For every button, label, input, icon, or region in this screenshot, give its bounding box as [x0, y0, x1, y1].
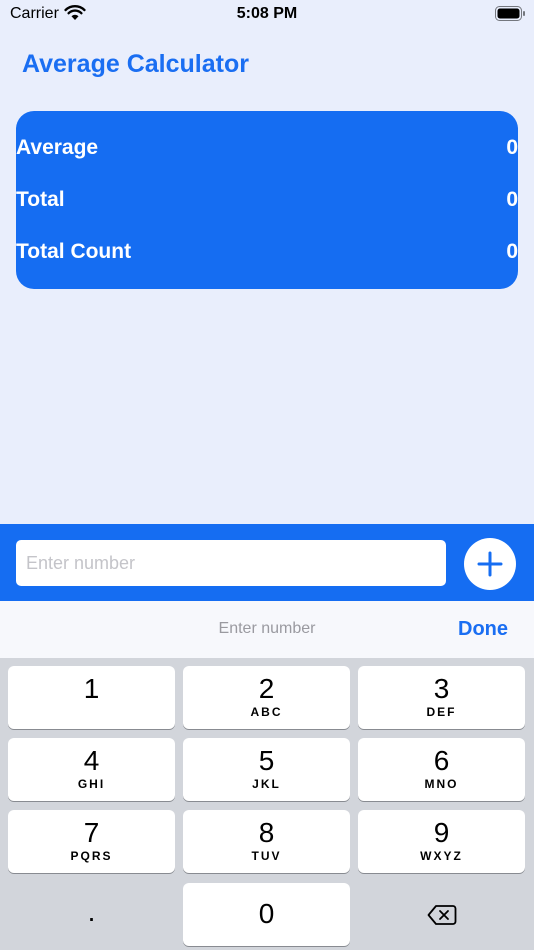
key-digit: 2 — [258, 673, 275, 704]
key-digit: 8 — [258, 817, 275, 848]
key-digit: 6 — [433, 745, 450, 776]
key-digit: 3 — [433, 673, 450, 704]
key-letters: GHI — [77, 777, 106, 791]
key-digit: 7 — [83, 817, 100, 848]
key-0[interactable]: 0 — [183, 883, 350, 946]
stat-label-total-count: Total Count — [16, 240, 132, 263]
delete-backspace-icon — [427, 904, 456, 925]
key-6[interactable]: 6 MNO — [358, 738, 525, 801]
done-button[interactable]: Done — [458, 618, 508, 641]
key-4[interactable]: 4 GHI — [8, 738, 175, 801]
stat-label-total: Total — [16, 188, 65, 211]
key-9[interactable]: 9 WXYZ — [358, 810, 525, 873]
input-bar — [0, 524, 534, 601]
key-8[interactable]: 8 TUV — [183, 810, 350, 873]
number-input[interactable] — [16, 540, 446, 586]
status-bar: Carrier 5:08 PM — [0, 0, 534, 28]
key-7[interactable]: 7 PQRS — [8, 810, 175, 873]
key-decimal-point[interactable]: . — [8, 883, 175, 946]
key-3[interactable]: 3 DEF — [358, 666, 525, 729]
key-digit: 5 — [258, 745, 275, 776]
stat-value-average: 0 — [506, 136, 518, 159]
delete-key[interactable] — [358, 883, 525, 946]
add-button[interactable] — [464, 538, 516, 590]
key-5[interactable]: 5 JKL — [183, 738, 350, 801]
key-letters: MNO — [424, 777, 459, 791]
key-letters: PQRS — [70, 849, 113, 863]
battery-icon — [495, 6, 525, 21]
key-letters: DEF — [426, 705, 457, 719]
stat-row-average: Average 0 — [16, 133, 518, 163]
key-2[interactable]: 2 ABC — [183, 666, 350, 729]
key-letters: JKL — [252, 777, 281, 791]
numeric-keypad: 1 2 ABC 3 DEF 4 GHI 5 JKL 6 MNO 7 PQRS 8… — [0, 658, 534, 950]
key-letters: WXYZ — [420, 849, 463, 863]
stat-label-average: Average — [16, 136, 99, 159]
keyboard-accessory-bar: Enter number Done — [0, 601, 534, 658]
stat-row-total-count: Total Count 0 — [16, 237, 518, 267]
status-time: 5:08 PM — [236, 5, 298, 22]
key-digit: 4 — [83, 745, 100, 776]
plus-icon — [477, 551, 503, 577]
stat-value-total-count: 0 — [506, 240, 518, 263]
key-letters: TUV — [251, 849, 282, 863]
key-digit: 1 — [83, 673, 100, 704]
page-title: Average Calculator — [22, 50, 249, 78]
key-letters: ABC — [250, 705, 283, 719]
stat-value-total: 0 — [506, 188, 518, 211]
key-1[interactable]: 1 — [8, 666, 175, 729]
key-digit: 0 — [258, 898, 275, 929]
accessory-placeholder: Enter number — [218, 620, 316, 637]
stat-row-total: Total 0 — [16, 185, 518, 215]
key-digit: 9 — [433, 817, 450, 848]
